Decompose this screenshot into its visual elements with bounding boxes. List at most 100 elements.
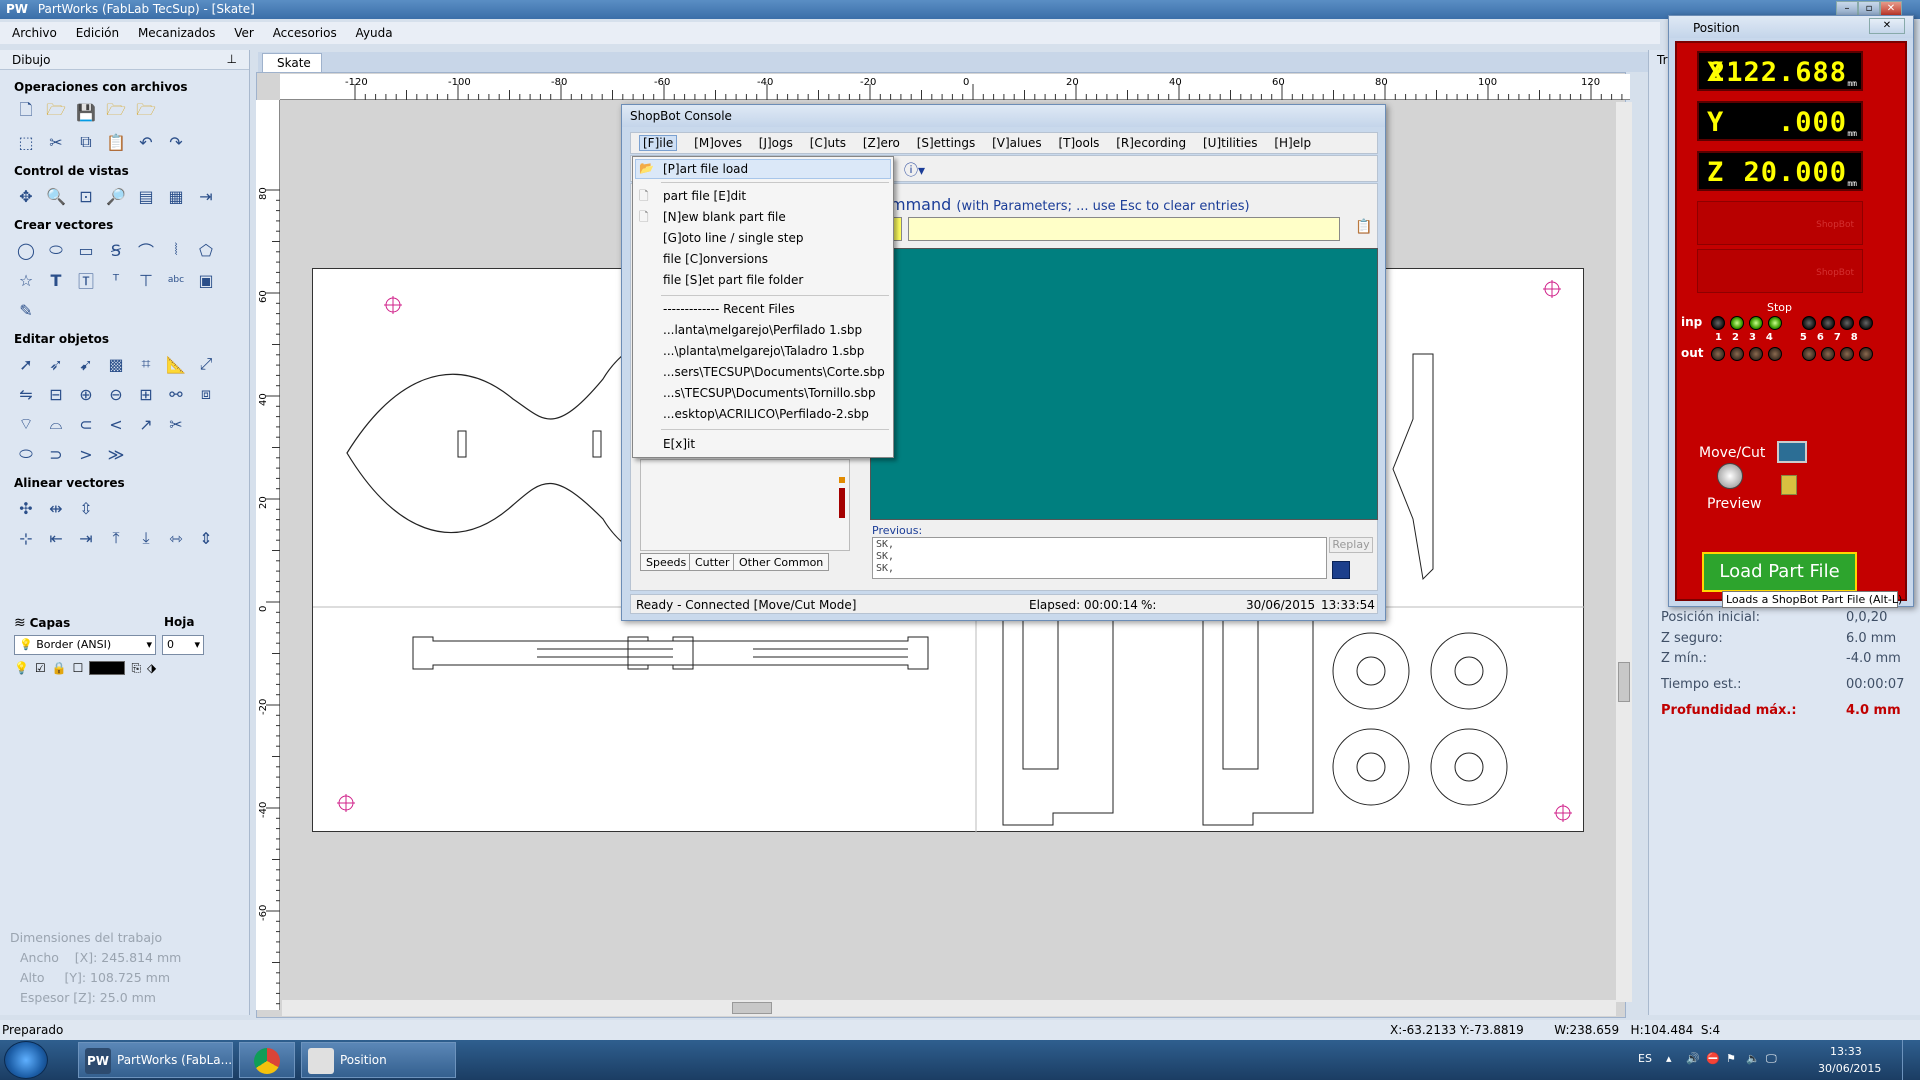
tab-speeds[interactable]: Speeds <box>640 553 693 571</box>
clock-date[interactable]: 30/06/2015 <box>1818 1062 1881 1075</box>
recent-file-item[interactable]: ...sers\TECSUP\Documents\Corte.sbp <box>663 365 885 379</box>
weld-icon[interactable]: ⊕ <box>74 382 98 406</box>
console-menu-tools[interactable]: [T]ools <box>1058 136 1099 150</box>
tab-other-common[interactable]: Other Common <box>733 553 830 571</box>
console-menu-cuts[interactable]: [C]uts <box>810 136 846 150</box>
undo-icon[interactable]: ↶ <box>134 130 158 154</box>
fillet-icon[interactable]: ⌔ <box>14 412 38 436</box>
recent-file-item[interactable]: ...esktop\ACRILICO\Perfilado-2.sbp <box>663 407 869 421</box>
cut-icon[interactable]: ✂ <box>44 130 68 154</box>
view-grid-icon[interactable]: ▦ <box>164 184 188 208</box>
display-icon[interactable]: 🖵 <box>1766 1052 1777 1066</box>
transform-icon[interactable]: ➹ <box>74 352 98 376</box>
action-center-icon[interactable]: ⚑ <box>1726 1052 1736 1065</box>
dimension-icon[interactable]: ⊤ <box>134 268 158 292</box>
circle-icon[interactable]: ◯ <box>14 238 38 262</box>
start-button[interactable] <box>4 1041 48 1079</box>
group-icon[interactable]: ▩ <box>104 352 128 376</box>
distribute-h-icon[interactable]: ⇿ <box>164 526 188 550</box>
dogbone-icon[interactable]: > <box>74 442 98 466</box>
bridge-icon[interactable]: ≫ <box>104 442 128 466</box>
copy-icon[interactable]: ⧉ <box>74 130 98 154</box>
node-edit-icon[interactable]: ➶ <box>44 352 68 376</box>
view-fit-icon[interactable]: ⇥ <box>194 184 218 208</box>
save-file-icon[interactable]: 💾 <box>74 100 98 124</box>
output-led[interactable] <box>1768 347 1782 361</box>
ellipse-icon[interactable]: ⬭ <box>44 238 68 262</box>
vertical-scrollbar[interactable] <box>1616 102 1632 1002</box>
visible-checkbox[interactable]: ☑ <box>35 661 46 676</box>
polyline-icon[interactable]: ⦚ <box>164 238 188 262</box>
text-on-curve-icon[interactable]: ᵀ <box>104 268 128 292</box>
zoom-selection-icon[interactable]: 🔎 <box>104 184 128 208</box>
command-input[interactable] <box>908 217 1340 241</box>
align-page-center-icon[interactable]: ⊹ <box>14 526 38 550</box>
text-box-icon[interactable]: 🅃 <box>74 268 98 292</box>
open-file-icon[interactable]: 🗁 <box>44 100 68 124</box>
console-menu-values[interactable]: [V]alues <box>992 136 1042 150</box>
save-icon[interactable] <box>1332 561 1350 579</box>
star-icon[interactable]: ☆ <box>14 268 38 292</box>
preview-icon[interactable] <box>1781 475 1797 495</box>
help-icon[interactable]: ⓘ▾ <box>904 160 925 180</box>
join-icon[interactable]: ⚯ <box>164 382 188 406</box>
load-part-file-button[interactable]: Load Part File <box>1702 552 1857 592</box>
menu-item-set-folder[interactable]: file [S]et part file folder <box>663 273 803 287</box>
color-swatch[interactable]: ☐ <box>73 661 84 676</box>
zoom-box-icon[interactable]: ⊡ <box>74 184 98 208</box>
output-led[interactable] <box>1821 347 1835 361</box>
align-bottom-icon[interactable]: ⤓ <box>134 526 158 550</box>
array-icon[interactable]: ▣ <box>194 268 218 292</box>
position-close-button[interactable]: ✕ <box>1869 18 1905 34</box>
menu-item-goto-line[interactable]: [G]oto line / single step <box>663 231 804 245</box>
text-icon[interactable]: T <box>44 268 68 292</box>
close-button[interactable]: ✕ <box>1880 1 1902 16</box>
bulb-icon[interactable]: 💡 <box>14 661 29 676</box>
rectangle-icon[interactable]: ▭ <box>74 238 98 262</box>
intersect-icon[interactable]: ⊞ <box>134 382 158 406</box>
horizontal-scrollbar[interactable] <box>282 1000 1616 1016</box>
taskbar-position[interactable]: Position <box>301 1042 456 1078</box>
mirror-icon[interactable]: ⇋ <box>14 382 38 406</box>
align-vcenter-icon[interactable]: ⇳ <box>74 496 98 520</box>
view-layout-icon[interactable]: ▤ <box>134 184 158 208</box>
console-menu-settings[interactable]: [S]ettings <box>917 136 976 150</box>
console-menu-file[interactable]: [F]ile <box>639 135 678 151</box>
layer-select[interactable]: 💡 Border (ANSI) ▾ <box>14 635 156 655</box>
console-menu-utilities[interactable]: [U]tilities <box>1203 136 1258 150</box>
zoom-icon[interactable]: 🔍 <box>44 184 68 208</box>
tray-arrow-icon[interactable]: ▴ <box>1666 1052 1672 1065</box>
menu-item-part-file-edit[interactable]: part file [E]dit <box>663 189 746 203</box>
redo-icon[interactable]: ↷ <box>164 130 188 154</box>
minimize-button[interactable]: – <box>1836 1 1858 16</box>
subtract-icon[interactable]: ⊖ <box>104 382 128 406</box>
offset-icon[interactable]: ⊟ <box>44 382 68 406</box>
recent-file-item[interactable]: ...\planta\melgarejo\Taladro 1.sbp <box>663 344 864 358</box>
move-cut-toggle[interactable] <box>1777 441 1807 463</box>
menu-item-exit[interactable]: E[x]it <box>663 437 695 451</box>
menu-archivo[interactable]: Archivo <box>12 26 57 40</box>
scissors-icon[interactable]: ✂ <box>164 412 188 436</box>
hscroll-thumb[interactable] <box>732 1002 772 1014</box>
export-icon[interactable]: 🗁 <box>134 100 158 124</box>
menu-edicion[interactable]: Edición <box>76 26 119 40</box>
new-file-icon[interactable]: 🗋 <box>14 100 38 124</box>
draw-tool-icon[interactable]: ✎ <box>14 298 38 322</box>
lock-icon[interactable]: 🔒 <box>52 661 67 676</box>
layer-move-icon[interactable]: ⬗ <box>147 661 156 676</box>
tab-cutter[interactable]: Cutter <box>689 553 736 571</box>
select-arrow-icon[interactable]: ➚ <box>14 352 38 376</box>
speaker-icon[interactable]: 🔈 <box>1746 1052 1760 1065</box>
menu-item-new-blank-file[interactable]: [N]ew blank part file <box>663 210 786 224</box>
scale-icon[interactable]: ⤢ <box>194 352 218 376</box>
clipboard-icon[interactable]: 📋 <box>1355 219 1372 235</box>
console-menu-recording[interactable]: [R]ecording <box>1116 136 1186 150</box>
console-menu-moves[interactable]: [M]oves <box>694 136 742 150</box>
console-menu-help[interactable]: [H]elp <box>1274 136 1311 150</box>
taskbar-chrome[interactable] <box>239 1042 295 1078</box>
clock-time[interactable]: 13:33 <box>1830 1045 1862 1058</box>
replay-button[interactable]: Replay <box>1329 537 1373 553</box>
console-menu-zero[interactable]: [Z]ero <box>863 136 900 150</box>
polygon-icon[interactable]: ⬠ <box>194 238 218 262</box>
chamfer-icon[interactable]: < <box>104 412 128 436</box>
